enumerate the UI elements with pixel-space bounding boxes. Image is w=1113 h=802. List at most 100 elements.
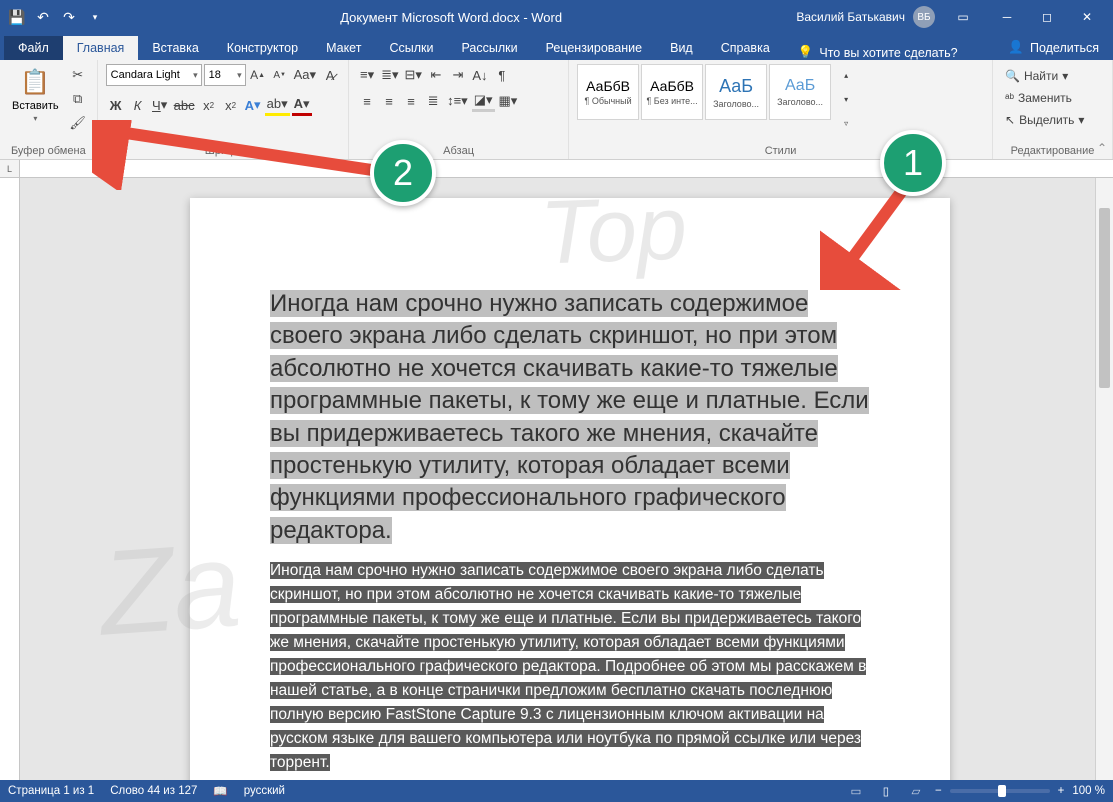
qat-customize-icon[interactable]: ▾ — [84, 6, 106, 28]
subscript-icon[interactable]: x2 — [199, 94, 219, 116]
zoom-out-icon[interactable]: − — [935, 785, 942, 797]
bold-icon[interactable]: Ж — [106, 94, 126, 116]
status-language[interactable]: русский — [244, 785, 285, 797]
sort-icon[interactable]: A↓ — [470, 64, 490, 86]
highlight-icon[interactable]: ab▾ — [265, 94, 290, 116]
style-heading2[interactable]: АаБ Заголово... — [769, 64, 831, 120]
annotation-callout-2: 2 — [370, 140, 436, 206]
style-normal[interactable]: АаБбВ ¶ Обычный — [577, 64, 639, 120]
align-left-icon[interactable]: ≡ — [357, 90, 377, 112]
tab-review[interactable]: Рецензирование — [532, 36, 657, 60]
style-heading1[interactable]: АаБ Заголово... — [705, 64, 767, 120]
bullets-icon[interactable]: ≡▾ — [357, 64, 377, 86]
line-spacing-icon[interactable]: ↕≡▾ — [445, 90, 470, 112]
borders-icon[interactable]: ▦▾ — [497, 90, 520, 112]
underline-icon[interactable]: Ч▾ — [150, 94, 170, 116]
paste-label: Вставить — [12, 100, 59, 112]
styles-more-up-icon[interactable]: ▴ — [835, 64, 857, 86]
font-name-combo[interactable]: Candara Light — [106, 64, 202, 86]
group-editing-label: Редактирование — [1001, 143, 1104, 159]
user-area: Василий Батькавич ВБ ▭ — [796, 0, 987, 34]
zoom-slider[interactable] — [950, 789, 1050, 793]
justify-icon[interactable]: ≣ — [423, 90, 443, 112]
collapse-ribbon-icon[interactable]: ⌃ — [1097, 141, 1107, 155]
workspace: Иногда нам срочно нужно записать содержи… — [0, 178, 1113, 780]
ribbon-options-icon[interactable]: ▭ — [943, 0, 983, 34]
spellcheck-icon[interactable]: 📖 — [213, 784, 227, 798]
share-button[interactable]: 👤 Поделиться — [994, 35, 1113, 60]
view-web-icon[interactable]: ▱ — [905, 782, 927, 800]
paste-button[interactable]: 📋 Вставить ▾ — [8, 64, 63, 125]
align-center-icon[interactable]: ≡ — [379, 90, 399, 112]
find-button[interactable]: 🔍Найти ▾ — [1001, 66, 1088, 86]
grow-font-icon[interactable]: A▲ — [248, 64, 268, 86]
tab-layout[interactable]: Макет — [312, 36, 375, 60]
share-icon: 👤 — [1008, 40, 1024, 55]
numbering-icon[interactable]: ≣▾ — [379, 64, 400, 86]
shrink-font-icon[interactable]: A▼ — [270, 64, 290, 86]
styles-more-down-icon[interactable]: ▾ — [835, 88, 857, 110]
tab-selector[interactable]: L — [0, 160, 20, 177]
status-wordcount[interactable]: Слово 44 из 127 — [110, 785, 197, 797]
status-page[interactable]: Страница 1 из 1 — [8, 785, 94, 797]
view-read-icon[interactable]: ▭ — [845, 782, 867, 800]
tab-mailings[interactable]: Рассылки — [447, 36, 531, 60]
scroll-thumb[interactable] — [1099, 208, 1110, 388]
tab-references[interactable]: Ссылки — [375, 36, 447, 60]
undo-icon[interactable]: ↶ — [32, 6, 54, 28]
share-label: Поделиться — [1030, 41, 1099, 55]
tab-insert[interactable]: Вставка — [138, 36, 212, 60]
document-paragraph-2[interactable]: Иногда нам срочно нужно записать содержи… — [270, 559, 870, 775]
copy-icon[interactable]: ⧉ — [67, 88, 89, 110]
shading-icon[interactable]: ◪▾ — [472, 90, 495, 112]
clipboard-icon: 📋 — [19, 66, 51, 98]
lightbulb-icon: 💡 — [798, 45, 814, 60]
styles-gallery[interactable]: АаБбВ ¶ Обычный АаБбВ ¶ Без инте... АаБ … — [577, 64, 831, 120]
align-right-icon[interactable]: ≡ — [401, 90, 421, 112]
decrease-indent-icon[interactable]: ⇤ — [426, 64, 446, 86]
group-clipboard-label: Буфер обмена — [8, 143, 89, 159]
tab-view[interactable]: Вид — [656, 36, 707, 60]
user-avatar[interactable]: ВБ — [913, 6, 935, 28]
tab-design[interactable]: Конструктор — [213, 36, 312, 60]
tab-home[interactable]: Главная — [63, 36, 139, 60]
replace-button[interactable]: ᵃᵇЗаменить — [1001, 88, 1088, 108]
select-icon: ↖ — [1005, 113, 1015, 127]
vertical-ruler[interactable] — [0, 178, 20, 780]
clear-format-icon[interactable]: A̷ — [320, 64, 340, 86]
increase-indent-icon[interactable]: ⇥ — [448, 64, 468, 86]
annotation-callout-1: 1 — [880, 130, 946, 196]
tab-file[interactable]: Файл — [4, 36, 63, 60]
format-painter-icon[interactable]: 🖌 — [67, 112, 89, 134]
cut-icon[interactable]: ✂ — [67, 64, 89, 86]
save-icon[interactable]: 💾 — [6, 6, 28, 28]
select-button[interactable]: ↖Выделить ▾ — [1001, 110, 1088, 130]
zoom-thumb[interactable] — [998, 785, 1006, 797]
document-paragraph-1[interactable]: Иногда нам срочно нужно записать содержи… — [270, 288, 870, 547]
zoom-in-icon[interactable]: + — [1058, 785, 1065, 797]
text-effects-icon[interactable]: A▾ — [243, 94, 263, 116]
superscript-icon[interactable]: x2 — [221, 94, 241, 116]
group-editing: 🔍Найти ▾ ᵃᵇЗаменить ↖Выделить ▾ Редактир… — [993, 60, 1113, 159]
view-print-icon[interactable]: ▯ — [875, 782, 897, 800]
tell-me-search[interactable]: 💡 Что вы хотите сделать? — [784, 45, 972, 60]
vertical-scrollbar[interactable] — [1095, 178, 1113, 780]
font-color-icon[interactable]: A▾ — [292, 94, 312, 116]
document-scroll-area[interactable]: Иногда нам срочно нужно записать содержи… — [20, 178, 1095, 780]
styles-expand-icon[interactable]: ▿ — [835, 112, 857, 134]
close-icon[interactable]: ✕ — [1067, 0, 1107, 34]
tab-help[interactable]: Справка — [707, 36, 784, 60]
group-paragraph: ≡▾ ≣▾ ⊟▾ ⇤ ⇥ A↓ ¶ ≡ ≡ ≡ ≣ ↕≡▾ ◪▾ ▦▾ Абза… — [349, 60, 569, 159]
annotation-arrow-2 — [92, 120, 382, 190]
maximize-icon[interactable]: ◻ — [1027, 0, 1067, 34]
font-size-combo[interactable]: 18 — [204, 64, 246, 86]
change-case-icon[interactable]: Aa▾ — [292, 64, 318, 86]
status-zoom[interactable]: 100 % — [1072, 785, 1105, 797]
multilevel-icon[interactable]: ⊟▾ — [403, 64, 424, 86]
show-marks-icon[interactable]: ¶ — [492, 64, 512, 86]
minimize-icon[interactable]: ─ — [987, 0, 1027, 34]
style-no-spacing[interactable]: АаБбВ ¶ Без инте... — [641, 64, 703, 120]
redo-icon[interactable]: ↷ — [58, 6, 80, 28]
strikethrough-icon[interactable]: abc — [172, 94, 197, 116]
italic-icon[interactable]: К — [128, 94, 148, 116]
